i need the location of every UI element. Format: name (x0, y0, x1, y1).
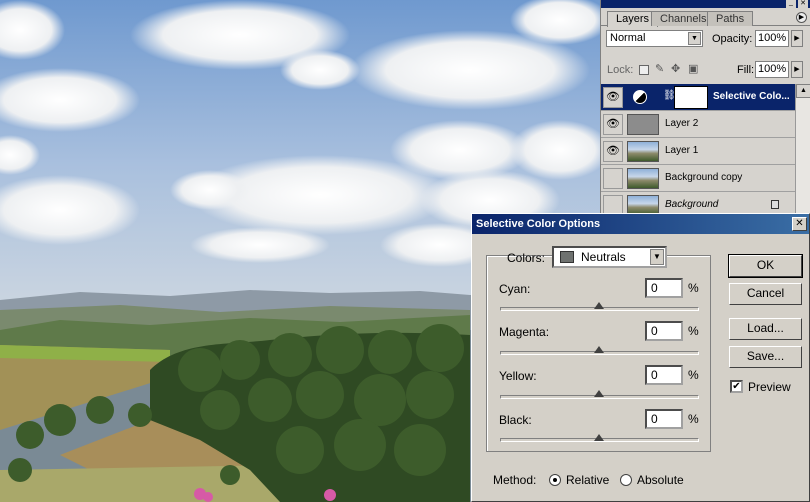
close-icon[interactable]: ✕ (792, 217, 807, 231)
layer-mask-thumbnail[interactable] (674, 86, 708, 109)
minimize-icon[interactable]: _ (786, 0, 796, 8)
ok-button[interactable]: OK (728, 254, 803, 278)
percent-label: % (688, 281, 699, 295)
layer-name: Layer 2 (665, 118, 699, 129)
layers-scrollbar[interactable]: ▲ (795, 84, 810, 214)
palette-titlebar[interactable]: _ ✕ (601, 0, 810, 8)
magenta-label: Magenta: (499, 325, 550, 339)
yellow-input[interactable]: 0 (645, 365, 683, 385)
layer-name: Background (665, 199, 719, 210)
colors-label: Colors: (507, 251, 546, 265)
color-swatch (560, 251, 574, 263)
cyan-input[interactable]: 0 (645, 278, 683, 298)
eye-icon[interactable]: 👁 (603, 87, 623, 108)
layer-thumbnail (627, 114, 659, 135)
layer-thumbnail (627, 195, 659, 214)
layer-row-layer-2[interactable]: 👁 Layer 2 (601, 111, 795, 138)
lock-brush-icon[interactable]: ✎ (655, 62, 664, 75)
close-icon[interactable]: ✕ (798, 0, 808, 8)
preview-label: Preview (748, 380, 791, 394)
chevron-down-icon: ▼ (688, 32, 701, 45)
layer-row-selective-color[interactable]: 👁 ⛓ Selective Colo... (601, 84, 795, 111)
yellow-slider-thumb[interactable] (594, 390, 604, 397)
layer-name: Layer 1 (665, 145, 699, 156)
percent-label: % (688, 412, 699, 426)
link-icon[interactable]: ⛓ (663, 90, 676, 101)
colors-value: Neutrals (581, 250, 626, 264)
black-input[interactable]: 0 (645, 409, 683, 429)
chevron-down-icon: ▼ (650, 249, 664, 265)
fill-label: Fill: (737, 64, 755, 76)
cancel-button[interactable]: Cancel (729, 283, 802, 305)
dialog-titlebar[interactable]: Selective Color Options ✕ (472, 214, 809, 234)
layer-name: Background copy (665, 172, 743, 183)
relative-label: Relative (566, 473, 610, 487)
visibility-toggle[interactable] (603, 195, 623, 214)
load-button[interactable]: Load... (729, 318, 802, 340)
fill-input[interactable]: 100% (755, 61, 789, 78)
layer-row-layer-1[interactable]: 👁 Layer 1 (601, 138, 795, 165)
colors-select[interactable]: Neutrals ▼ (552, 246, 667, 268)
yellow-label: Yellow: (499, 369, 537, 383)
dialog-title: Selective Color Options (476, 218, 601, 230)
layer-thumbnail (627, 168, 659, 189)
absolute-radio[interactable] (620, 474, 632, 486)
blend-mode-select[interactable]: Normal ▼ (606, 30, 703, 47)
opacity-flyout-icon[interactable]: ▶ (791, 30, 803, 47)
save-button[interactable]: Save... (729, 346, 802, 368)
layer-thumbnail (627, 141, 659, 162)
opacity-input[interactable]: 100% (755, 30, 789, 47)
blend-mode-value: Normal (610, 32, 646, 44)
lock-all-icon[interactable]: ▣ (688, 62, 698, 75)
layers-palette: _ ✕ Layers Channels Paths ▶ Normal ▼ Opa… (600, 0, 810, 214)
tab-channels[interactable]: Channels (651, 11, 716, 26)
lock-row: Lock: ✎ ✥ ▣ Fill: 100% ▶ (601, 58, 810, 84)
eye-icon[interactable]: 👁 (603, 114, 623, 135)
percent-label: % (688, 324, 699, 338)
percent-label: % (688, 368, 699, 382)
absolute-label: Absolute (637, 473, 684, 487)
palette-menu-icon[interactable]: ▶ (796, 12, 807, 23)
preview-checkbox[interactable]: ✔ (730, 380, 743, 393)
layer-row-background[interactable]: Background (601, 192, 795, 214)
eye-icon[interactable]: 👁 (603, 141, 623, 162)
blend-row: Normal ▼ Opacity: 100% ▶ (601, 26, 810, 52)
visibility-toggle[interactable] (603, 168, 623, 189)
black-label: Black: (499, 413, 532, 427)
opacity-label: Opacity: (712, 33, 753, 45)
magenta-input[interactable]: 0 (645, 321, 683, 341)
cyan-slider-thumb[interactable] (594, 302, 604, 309)
lock-move-icon[interactable]: ✥ (671, 62, 680, 75)
selective-color-dialog: Selective Color Options ✕ Colors: Neutra… (471, 213, 810, 502)
method-label: Method: (493, 473, 537, 487)
black-slider-thumb[interactable] (594, 434, 604, 441)
layer-name: Selective Colo... (713, 91, 790, 102)
adjustment-layer-icon (633, 90, 647, 104)
layers-list: 👁 ⛓ Selective Colo... 👁 Layer 2 👁 Layer … (601, 84, 795, 214)
palette-tabs: Layers Channels Paths ▶ (601, 8, 810, 27)
layer-row-background-copy[interactable]: Background copy (601, 165, 795, 192)
scroll-up-icon[interactable]: ▲ (796, 84, 810, 98)
lock-icon (771, 200, 779, 209)
relative-radio[interactable] (549, 474, 561, 486)
cyan-label: Cyan: (499, 282, 531, 296)
tab-paths[interactable]: Paths (707, 11, 754, 26)
lock-label: Lock: (607, 64, 634, 76)
lock-transparency-icon[interactable] (639, 65, 649, 75)
fill-flyout-icon[interactable]: ▶ (791, 61, 803, 78)
magenta-slider-thumb[interactable] (594, 346, 604, 353)
